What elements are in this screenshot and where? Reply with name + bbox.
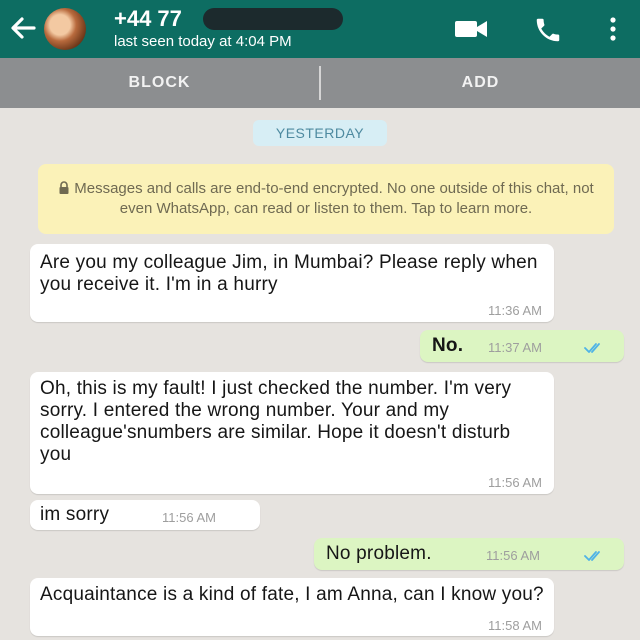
redaction-bar bbox=[203, 8, 343, 30]
message-outgoing[interactable]: No. 11:37 AM bbox=[420, 330, 624, 362]
message-text: Oh, this is my fault! I just checked the… bbox=[40, 378, 512, 465]
date-divider: YESTERDAY bbox=[253, 120, 387, 146]
message-text: No. bbox=[432, 335, 464, 356]
message-incoming[interactable]: Acquaintance is a kind of fate, I am Ann… bbox=[30, 578, 554, 636]
message-text: Are you my colleague Jim, in Mumbai? Ple… bbox=[40, 252, 538, 295]
back-arrow-icon[interactable] bbox=[8, 13, 38, 43]
message-time: 11:56 AM bbox=[486, 548, 540, 563]
message-time: 11:58 AM bbox=[488, 618, 542, 633]
read-ticks-icon bbox=[584, 551, 600, 561]
chat-header: +44 77 last seen today at 4:04 PM bbox=[0, 0, 640, 58]
last-seen-status: last seen today at 4:04 PM bbox=[114, 33, 292, 50]
message-outgoing[interactable]: No problem. 11:56 AM bbox=[314, 538, 624, 570]
message-time: 11:37 AM bbox=[488, 340, 542, 355]
message-text: Acquaintance is a kind of fate, I am Ann… bbox=[40, 584, 544, 605]
read-ticks-icon bbox=[584, 343, 600, 353]
encryption-notice[interactable]: Messages and calls are end-to-end encryp… bbox=[38, 164, 614, 234]
phone-icon[interactable] bbox=[533, 15, 563, 45]
message-time: 11:36 AM bbox=[488, 303, 542, 318]
encryption-notice-text: Messages and calls are end-to-end encryp… bbox=[74, 180, 594, 217]
message-time: 11:56 AM bbox=[162, 510, 216, 525]
encryption-notice-body: Messages and calls are end-to-end encryp… bbox=[38, 179, 614, 219]
message-time: 11:56 AM bbox=[488, 475, 542, 490]
add-contact-button[interactable]: ADD bbox=[321, 58, 640, 108]
video-call-icon[interactable] bbox=[454, 18, 488, 40]
chat-area[interactable]: YESTERDAY Messages and calls are end-to-… bbox=[0, 108, 640, 640]
message-incoming[interactable]: Are you my colleague Jim, in Mumbai? Ple… bbox=[30, 244, 554, 322]
more-vert-icon[interactable] bbox=[603, 14, 623, 44]
message-text: No problem. bbox=[326, 543, 432, 564]
message-incoming[interactable]: Oh, this is my fault! I just checked the… bbox=[30, 372, 554, 494]
message-incoming[interactable]: im sorry 11:56 AM bbox=[30, 500, 260, 530]
message-text: im sorry bbox=[40, 504, 110, 525]
unknown-contact-action-bar: BLOCK ADD bbox=[0, 58, 640, 108]
block-button[interactable]: BLOCK bbox=[0, 58, 319, 108]
contact-name[interactable]: +44 77 bbox=[114, 6, 182, 32]
lock-icon bbox=[59, 181, 69, 194]
avatar[interactable] bbox=[44, 8, 86, 50]
